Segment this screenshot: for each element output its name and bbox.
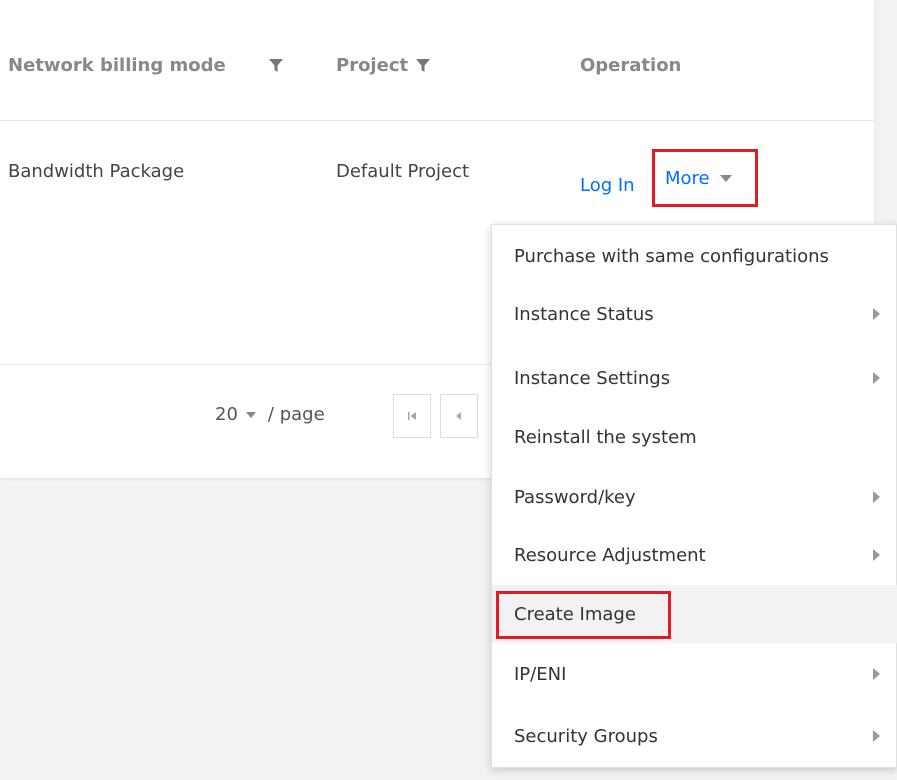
cell-project: Default Project <box>336 161 470 182</box>
column-header-project[interactable]: Project <box>336 55 431 76</box>
more-label: More <box>665 167 710 189</box>
menu-item-instance-settings[interactable]: Instance Settings <box>492 349 897 407</box>
first-page-button[interactable] <box>393 394 431 438</box>
menu-item-label: Create Image <box>514 603 636 625</box>
chevron-left-icon <box>456 412 461 420</box>
chevron-down-icon <box>719 174 732 182</box>
column-header-label: Network billing mode <box>8 55 226 76</box>
chevron-right-icon <box>873 668 880 680</box>
first-page-icon <box>408 412 416 420</box>
menu-item-ip-eni[interactable]: IP/ENI <box>492 645 897 703</box>
menu-item-label: Purchase with same configurations <box>514 245 829 267</box>
login-link[interactable]: Log In <box>580 175 635 196</box>
menu-item-label: Resource Adjustment <box>514 544 706 566</box>
page-size-value: 20 <box>215 404 238 425</box>
column-header-operation: Operation <box>580 55 681 76</box>
column-header-label: Operation <box>580 55 682 76</box>
chevron-right-icon <box>873 730 880 742</box>
menu-item-label: Reinstall the system <box>514 426 697 448</box>
menu-item-label: Security Groups <box>514 725 658 747</box>
column-header-label: Project <box>336 55 409 76</box>
menu-item-create-image[interactable]: Create Image <box>492 585 897 643</box>
menu-item-purchase-same-config[interactable]: Purchase with same configurations <box>492 227 897 285</box>
menu-item-reinstall-system[interactable]: Reinstall the system <box>492 408 897 466</box>
chevron-right-icon <box>873 308 880 320</box>
menu-item-label: Password/key <box>514 486 636 508</box>
menu-item-label: Instance Status <box>514 303 654 325</box>
previous-page-button[interactable] <box>440 394 478 438</box>
column-header-network-billing-mode[interactable]: Network billing mode <box>8 55 256 76</box>
filter-icon[interactable] <box>416 58 431 73</box>
chevron-right-icon <box>873 549 880 561</box>
cell-network-billing-mode: Bandwidth Package <box>8 161 185 182</box>
chevron-right-icon <box>873 491 880 503</box>
more-dropdown-button[interactable]: More <box>652 149 758 207</box>
menu-item-password-key[interactable]: Password/key <box>492 468 897 526</box>
chevron-down-icon <box>245 411 256 418</box>
filter-icon[interactable] <box>269 59 283 73</box>
page-size-select[interactable]: 20 / page <box>215 404 325 425</box>
menu-item-label: IP/ENI <box>514 663 567 685</box>
more-dropdown-menu: Purchase with same configurations Instan… <box>491 224 897 768</box>
menu-item-resource-adjustment[interactable]: Resource Adjustment <box>492 526 897 584</box>
per-page-label: / page <box>267 404 325 425</box>
table-header-row: Network billing mode Project Operation <box>0 0 874 121</box>
menu-item-label: Instance Settings <box>514 367 671 389</box>
chevron-right-icon <box>873 372 880 384</box>
menu-item-instance-status[interactable]: Instance Status <box>492 285 897 343</box>
menu-item-security-groups[interactable]: Security Groups <box>492 707 897 765</box>
